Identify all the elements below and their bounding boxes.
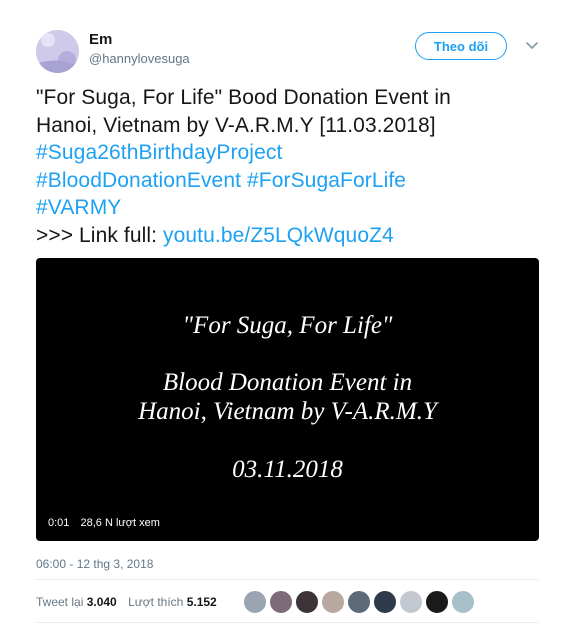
- video-date: 03.11.2018: [232, 456, 343, 483]
- tweet-line-2: Hanoi, Vietnam by V-A.R.M.Y [11.03.2018]: [36, 113, 436, 137]
- chevron-down-icon[interactable]: [525, 40, 539, 52]
- liker-avatar[interactable]: [399, 590, 423, 614]
- display-name[interactable]: Em: [89, 31, 112, 48]
- tweet-timestamp[interactable]: 06:00 - 12 thg 3, 2018: [36, 557, 153, 571]
- video-views: 28,6 N lượt xem: [80, 517, 160, 529]
- tweet-line-1: "For Suga, For Life" Bood Donation Event…: [36, 86, 451, 109]
- hashtag-blooddonationevent[interactable]: #BloodDonationEvent: [36, 169, 241, 192]
- video-title-line-2: Blood Donation Event in: [162, 369, 413, 396]
- liker-avatar[interactable]: [243, 590, 267, 614]
- divider: [36, 579, 539, 580]
- liker-avatar[interactable]: [269, 590, 293, 614]
- avatar[interactable]: [36, 30, 79, 73]
- tweet-stats: Tweet lại 3.040 Lượt thích 5.152: [36, 595, 225, 609]
- tweet-text: "For Suga, For Life" Bood Donation Event…: [36, 84, 536, 249]
- liker-avatar[interactable]: [295, 590, 319, 614]
- liker-avatar[interactable]: [347, 590, 371, 614]
- liker-avatar[interactable]: [451, 590, 475, 614]
- video-title-line-1: "For Suga, For Life": [182, 312, 393, 339]
- user-handle[interactable]: @hannylovesuga: [89, 51, 190, 66]
- hashtag-varmy[interactable]: #VARMY: [36, 196, 121, 219]
- video-player[interactable]: "For Suga, For Life" Blood Donation Even…: [36, 258, 539, 541]
- liker-avatar[interactable]: [425, 590, 449, 614]
- retweet-count[interactable]: Tweet lại 3.040: [36, 595, 117, 609]
- link-prefix: >>> Link full:: [36, 223, 158, 247]
- video-meta: 0:01 28,6 N lượt xem: [48, 517, 168, 529]
- video-duration: 0:01: [48, 517, 70, 529]
- liker-avatar[interactable]: [321, 590, 345, 614]
- follow-button[interactable]: Theo dõi: [415, 32, 507, 60]
- hashtag-suga26thbirthdayproject[interactable]: #Suga26thBirthdayProject: [36, 141, 282, 164]
- liker-avatar[interactable]: [373, 590, 397, 614]
- divider: [36, 622, 539, 623]
- hashtag-forsugaforlife[interactable]: #ForSugaForLife: [247, 169, 406, 192]
- video-title-line-3: Hanoi, Vietnam by V-A.R.M.Y: [138, 398, 437, 425]
- like-count[interactable]: Lượt thích 5.152: [128, 595, 217, 609]
- avatar-image: [36, 30, 79, 73]
- youtube-link[interactable]: youtu.be/Z5LQkWquoZ4: [163, 224, 394, 247]
